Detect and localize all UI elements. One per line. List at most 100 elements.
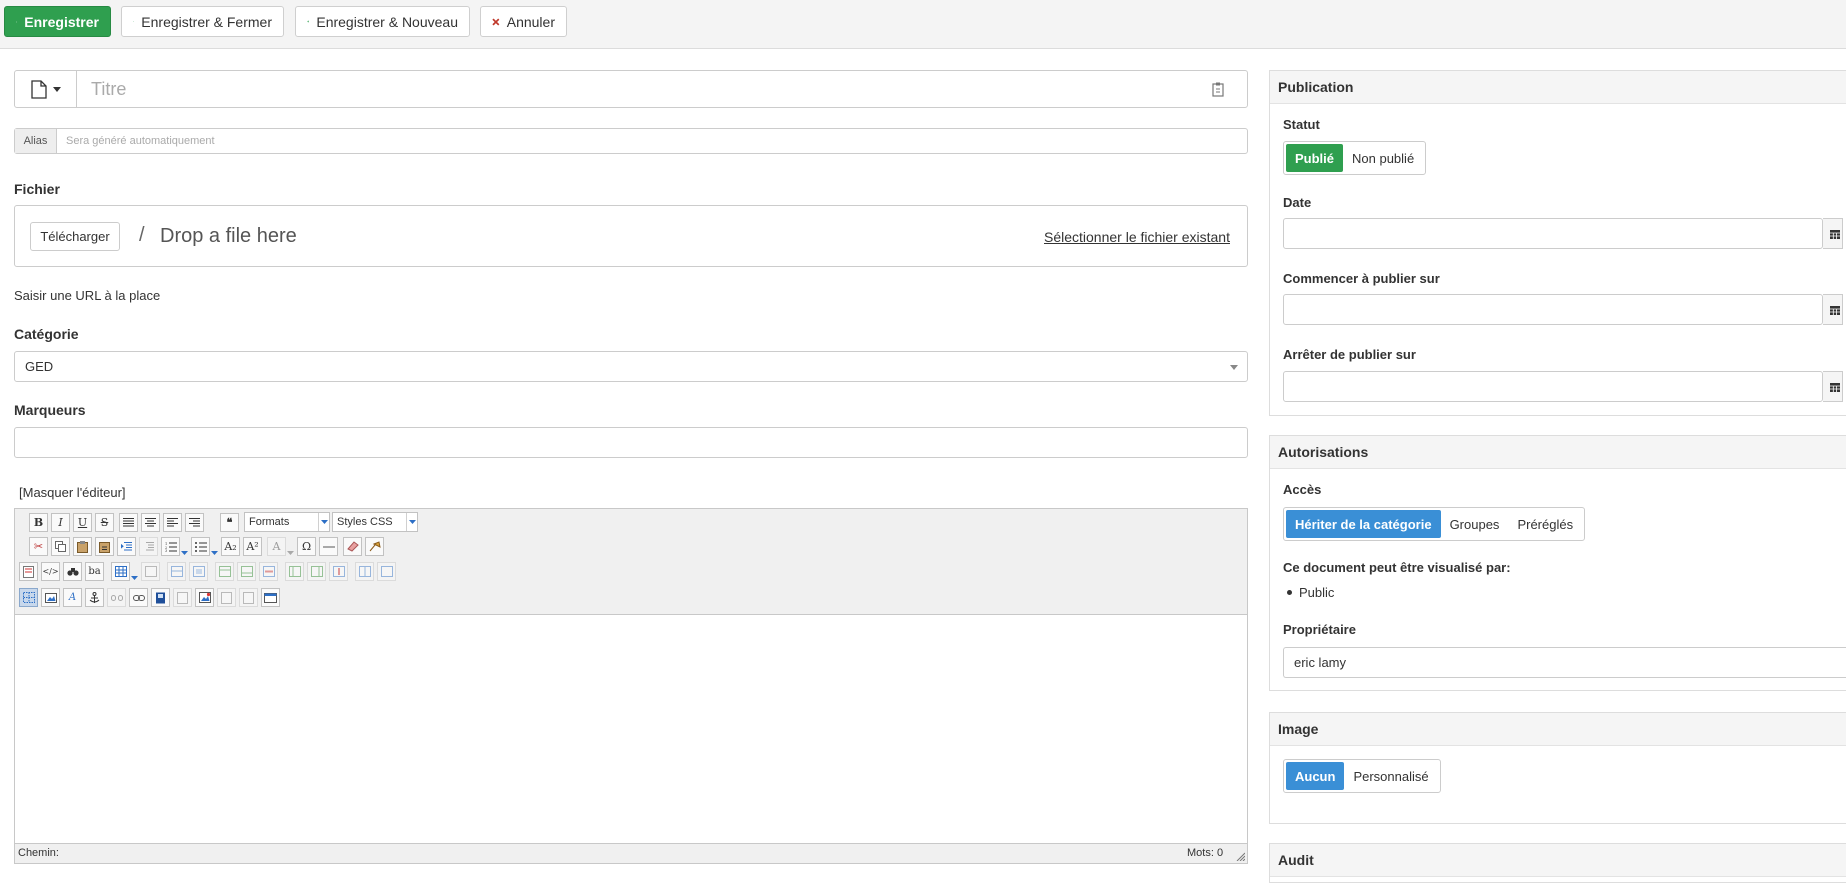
- chevron-down-icon[interactable]: [287, 543, 294, 558]
- calendar-icon[interactable]: [1823, 371, 1843, 402]
- delete-col-icon[interactable]: [329, 562, 348, 581]
- align-center-icon[interactable]: [141, 513, 160, 532]
- calendar-icon[interactable]: [1823, 294, 1843, 325]
- paste-text-icon[interactable]: [95, 537, 114, 556]
- source-code-icon[interactable]: </>: [41, 562, 60, 581]
- template-icon[interactable]: [19, 562, 38, 581]
- tags-input[interactable]: [14, 427, 1248, 458]
- owner-label: Propriétaire: [1283, 622, 1356, 637]
- superscript-icon[interactable]: A²: [243, 537, 262, 556]
- date-input[interactable]: [1283, 218, 1823, 249]
- insert-image-icon[interactable]: [195, 588, 214, 607]
- title-input[interactable]: Titre: [91, 79, 126, 100]
- clipboard-icon[interactable]: [1212, 82, 1224, 97]
- document-type-dropdown[interactable]: [15, 71, 77, 107]
- insert-row-before-icon[interactable]: [215, 562, 234, 581]
- bold-icon[interactable]: B: [29, 513, 48, 532]
- insert-row-after-icon[interactable]: [237, 562, 256, 581]
- access-inherit-option[interactable]: Hériter de la catégorie: [1286, 510, 1441, 538]
- find-icon[interactable]: [63, 562, 82, 581]
- insert-col-before-icon[interactable]: [285, 562, 304, 581]
- bullet-list-icon[interactable]: [191, 537, 210, 556]
- pencil-icon: [16, 21, 18, 22]
- article-link-icon[interactable]: [239, 588, 258, 607]
- plus-icon: [307, 20, 310, 23]
- editor-toolbar: B I U S ❝ Formats Styles CSS ✂ 123 A₂ A²…: [14, 508, 1248, 614]
- cancel-button[interactable]: Annuler: [480, 6, 567, 37]
- status-published-option[interactable]: Publié: [1286, 144, 1344, 172]
- access-groups-option[interactable]: Groupes: [1441, 510, 1509, 538]
- link-icon[interactable]: [129, 588, 148, 607]
- styles-select[interactable]: Styles CSS: [332, 512, 418, 532]
- image-none-option[interactable]: Aucun: [1286, 762, 1345, 790]
- indent-icon[interactable]: [117, 537, 136, 556]
- delete-row-icon[interactable]: [259, 562, 278, 581]
- alias-input[interactable]: Sera généré automatiquement: [66, 135, 215, 147]
- alias-field-group: Alias Sera généré automatiquement: [14, 128, 1248, 154]
- anchor-icon[interactable]: [85, 588, 104, 607]
- save-close-button[interactable]: Enregistrer & Fermer: [121, 6, 284, 37]
- chevron-down-icon[interactable]: [211, 543, 218, 558]
- subscript-icon[interactable]: A₂: [221, 537, 240, 556]
- paste-icon[interactable]: [73, 537, 92, 556]
- align-justify-icon[interactable]: [119, 513, 138, 532]
- hide-editor-link[interactable]: [Masquer l'éditeur]: [19, 485, 126, 500]
- upload-button[interactable]: Télécharger: [30, 222, 120, 251]
- underline-icon[interactable]: U: [73, 513, 92, 532]
- style-icon[interactable]: A: [63, 588, 82, 607]
- chevron-down-icon: [318, 513, 329, 531]
- image-icon[interactable]: [41, 588, 60, 607]
- page-break-icon[interactable]: [173, 588, 192, 607]
- eraser-icon[interactable]: [343, 537, 362, 556]
- strikethrough-icon[interactable]: S: [95, 513, 114, 532]
- format-select[interactable]: Formats: [244, 512, 330, 532]
- blockquote-icon[interactable]: ❝: [220, 513, 239, 532]
- chevron-down-icon[interactable]: [131, 568, 138, 583]
- calendar-icon[interactable]: [1823, 218, 1843, 249]
- select-existing-link[interactable]: Sélectionner le fichier existant: [1044, 229, 1230, 245]
- enter-url-link[interactable]: Saisir une URL à la place: [14, 288, 160, 303]
- cut-icon[interactable]: ✂: [29, 537, 48, 556]
- category-select[interactable]: GED: [14, 351, 1248, 382]
- owner-select[interactable]: eric lamy: [1283, 647, 1846, 678]
- stop-publish-input[interactable]: [1283, 371, 1823, 402]
- align-left-icon[interactable]: [163, 513, 182, 532]
- outdent-icon[interactable]: [139, 537, 158, 556]
- replace-icon[interactable]: ba: [85, 562, 104, 581]
- clean-format-icon[interactable]: [365, 537, 384, 556]
- delete-table-icon[interactable]: [141, 562, 160, 581]
- horizontal-rule-icon[interactable]: [319, 537, 338, 556]
- row-props-icon[interactable]: [167, 562, 186, 581]
- split-cells-icon[interactable]: [355, 562, 374, 581]
- caret-down-icon: [1230, 365, 1238, 370]
- align-right-icon[interactable]: [185, 513, 204, 532]
- unlink-icon[interactable]: [107, 588, 126, 607]
- visual-aid-icon[interactable]: [19, 588, 38, 607]
- chevron-down-icon[interactable]: [181, 543, 188, 558]
- cancel-label: Annuler: [506, 13, 555, 30]
- fullscreen-icon[interactable]: [261, 588, 280, 607]
- insert-col-after-icon[interactable]: [307, 562, 326, 581]
- save-new-button[interactable]: Enregistrer & Nouveau: [295, 6, 470, 37]
- status-label: Statut: [1283, 117, 1320, 132]
- tags-label: Marqueurs: [14, 402, 86, 418]
- resize-handle-icon[interactable]: [1235, 851, 1245, 861]
- merge-cells-icon[interactable]: [377, 562, 396, 581]
- access-presets-option[interactable]: Préréglés: [1508, 510, 1582, 538]
- image-panel: Image Aucun Personnalisé: [1269, 712, 1846, 824]
- italic-icon[interactable]: I: [51, 513, 70, 532]
- copy-icon[interactable]: [51, 537, 70, 556]
- readmore-icon[interactable]: [217, 588, 236, 607]
- media-icon[interactable]: [151, 588, 170, 607]
- insert-table-icon[interactable]: [111, 562, 130, 581]
- image-custom-option[interactable]: Personnalisé: [1344, 762, 1437, 790]
- status-unpublished-option[interactable]: Non publié: [1343, 144, 1423, 172]
- start-publish-input[interactable]: [1283, 294, 1823, 325]
- cell-props-icon[interactable]: [189, 562, 208, 581]
- editor-content-area[interactable]: [14, 614, 1248, 844]
- numbered-list-icon[interactable]: 123: [161, 537, 180, 556]
- text-color-icon[interactable]: A: [267, 537, 286, 556]
- save-button[interactable]: Enregistrer: [4, 6, 111, 37]
- special-character-icon[interactable]: Ω: [297, 537, 316, 556]
- file-dropzone[interactable]: Télécharger / Drop a file here Sélection…: [14, 205, 1248, 267]
